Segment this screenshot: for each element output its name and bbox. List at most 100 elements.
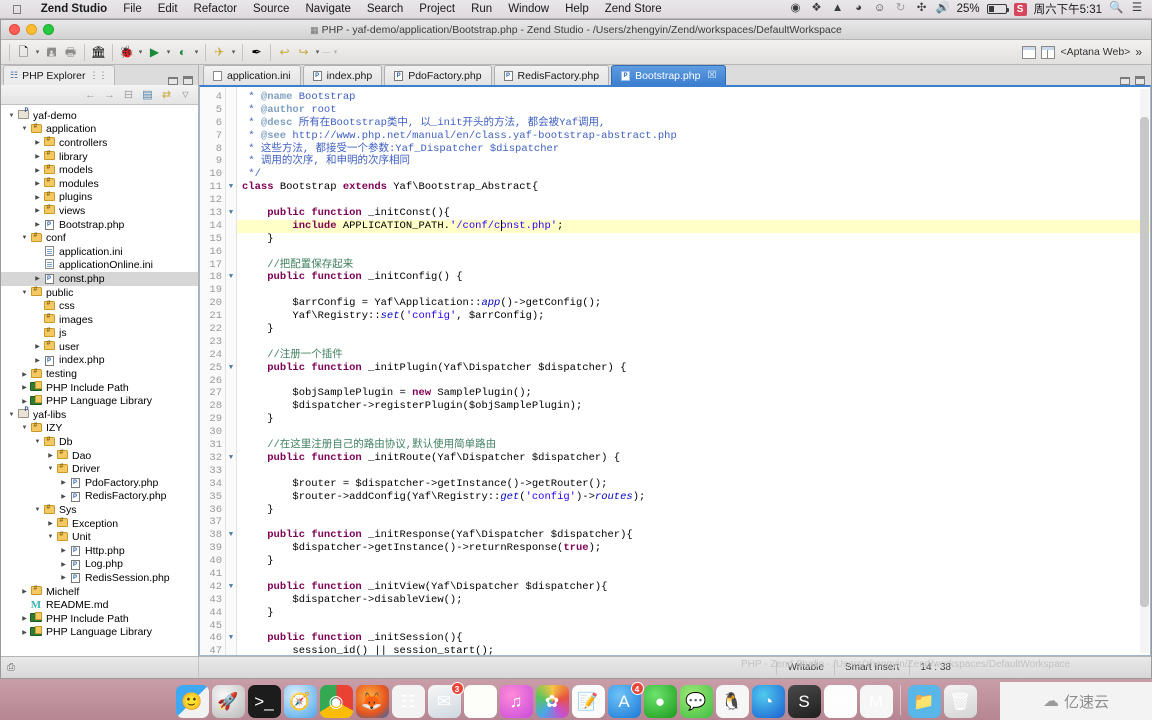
tree-item-dao[interactable]: Dao [1, 449, 198, 463]
tree-item-php-language-library[interactable]: PHP Language Library [1, 625, 198, 640]
forward-button[interactable]: ↪ [294, 43, 313, 62]
code-line[interactable]: } [237, 555, 1150, 568]
menu-item-file[interactable]: File [115, 3, 150, 15]
tree-expander[interactable] [20, 629, 29, 636]
dock-item-sublime[interactable]: S [787, 685, 821, 718]
battery-icon[interactable] [986, 4, 1009, 14]
code-line[interactable]: * @name Bootstrap [237, 91, 1150, 104]
fold-toggle[interactable]: ▼ [226, 529, 236, 542]
code-line[interactable]: $dispatcher->registerPlugin($objSamplePl… [237, 400, 1150, 413]
editor-tab-index-php[interactable]: Pindex.php [302, 65, 383, 85]
tree-item-db[interactable]: Db [1, 435, 198, 449]
tree-item-izy[interactable]: IZY [1, 422, 198, 436]
tree-item-php-include-path[interactable]: PHP Include Path [1, 381, 198, 395]
dock-item-notes[interactable]: ☰ [463, 685, 497, 718]
tree-item-js[interactable]: js [1, 327, 198, 341]
tree-expander[interactable] [33, 153, 42, 160]
tree-expander[interactable] [20, 588, 29, 595]
forward-nav-button[interactable]: → [102, 87, 117, 102]
debug-button[interactable]: 🐞 [117, 43, 136, 62]
dock-item-finder[interactable]: 🙂 [175, 685, 209, 718]
code-line[interactable]: } [237, 504, 1150, 517]
aptana-web-perspective-icon[interactable] [1041, 45, 1056, 59]
code-line[interactable]: $arrConfig = Yaf\Application::app()->get… [237, 297, 1150, 310]
tree-expander[interactable] [20, 384, 29, 391]
accessibility-icon[interactable]: ☺ [873, 3, 887, 15]
tree-expander[interactable] [20, 235, 29, 241]
menu-item-refactor[interactable]: Refactor [186, 3, 245, 15]
code-line[interactable]: public function _initConfig() { [237, 271, 1150, 284]
code-line[interactable]: } [237, 607, 1150, 620]
dock-item-thunder[interactable]: ● [643, 685, 677, 718]
fold-toggle[interactable]: ▼ [226, 452, 236, 465]
tree-item-driver[interactable]: Driver [1, 462, 198, 476]
fold-toggle[interactable]: ▼ [226, 581, 236, 594]
volume-icon[interactable]: 🔊 [936, 3, 950, 15]
tree-item-css[interactable]: css [1, 299, 198, 313]
code-line[interactable]: } [237, 413, 1150, 426]
shadowsocks-icon[interactable]: S [1013, 2, 1027, 16]
code-line[interactable]: //注册一个插件 [237, 349, 1150, 362]
menu-item-run[interactable]: Run [463, 3, 500, 15]
editor-scrollbar[interactable] [1140, 89, 1149, 653]
code-line[interactable]: public function _initPlugin(Yaf\Dispatch… [237, 362, 1150, 375]
code-line[interactable]: public function _initView(Yaf\Dispatcher… [237, 581, 1150, 594]
print-button[interactable]: 🖶 [61, 43, 80, 62]
tree-item-redisfactory-php[interactable]: PRedisFactory.php [1, 490, 198, 504]
tree-expander[interactable] [33, 343, 42, 350]
tree-expander[interactable] [33, 167, 42, 174]
tree-item-yaf-libs[interactable]: yaf-libs [1, 407, 198, 422]
open-type-button[interactable]: 🏛 [89, 43, 108, 62]
tab-php-explorer[interactable]: ☷ PHP Explorer ⋮⋮ [3, 65, 115, 85]
fold-toggle[interactable]: ▼ [226, 181, 236, 194]
tree-expander[interactable] [33, 507, 42, 513]
run-dropdown[interactable]: ▾ [164, 43, 173, 62]
tree-expander[interactable] [33, 275, 42, 282]
profile-button[interactable]: ◐ [173, 43, 192, 62]
editor-tab-bootstrap-php[interactable]: P Bootstrap.php ☒ [611, 65, 727, 85]
nav-more-button[interactable]: — [322, 43, 331, 62]
view-menu-icon[interactable]: ⋮⋮ [90, 70, 108, 81]
tree-expander[interactable] [33, 207, 42, 214]
tree-item-application-ini[interactable]: application.ini [1, 245, 198, 259]
tree-item-testing[interactable]: testing [1, 367, 198, 381]
tree-item-models[interactable]: models [1, 163, 198, 177]
tree-item-const-php[interactable]: Pconst.php [1, 272, 198, 286]
code-line[interactable] [237, 336, 1150, 349]
minimize-icon[interactable] [168, 76, 178, 85]
dock-item-qq[interactable]: 🐧 [715, 685, 749, 718]
tree-item-log-php[interactable]: PLog.php [1, 558, 198, 572]
wifi-icon[interactable]: ◕ [852, 3, 866, 15]
tree-item-pdofactory-php[interactable]: PPdoFactory.php [1, 476, 198, 490]
run-button[interactable]: ▶ [145, 43, 164, 62]
record-icon[interactable]: ◉ [789, 3, 803, 15]
code-line[interactable]: $router = $dispatcher->getInstance()->ge… [237, 478, 1150, 491]
dock-item-itunes[interactable]: ♫ [499, 685, 533, 718]
notification-center-icon[interactable]: ☰ [1130, 3, 1144, 15]
code-line[interactable] [237, 516, 1150, 529]
tree-item-bootstrap-php[interactable]: PBootstrap.php [1, 218, 198, 232]
close-icon[interactable]: ☒ [707, 70, 716, 81]
menu-item-project[interactable]: Project [411, 3, 463, 15]
code-line[interactable] [237, 465, 1150, 478]
code-line[interactable] [237, 284, 1150, 297]
tree-expander[interactable] [46, 534, 55, 540]
project-tree[interactable]: yaf-demoapplicationcontrollerslibrarymod… [1, 105, 198, 656]
code-line[interactable]: * 这些方法, 都接受一个参数:Yaf_Dispatcher $dispatch… [237, 143, 1150, 156]
code-line[interactable]: } [237, 323, 1150, 336]
menu-item-zend-store[interactable]: Zend Store [597, 3, 670, 15]
code-line[interactable]: public function _initResponse(Yaf\Dispat… [237, 529, 1150, 542]
menu-item-source[interactable]: Source [245, 3, 297, 15]
code-line[interactable] [237, 620, 1150, 633]
perspective-label[interactable]: <Aptana Web> [1060, 46, 1130, 58]
fold-toggle[interactable]: ▼ [226, 207, 236, 220]
view-menu-button[interactable]: ▽ [178, 87, 193, 102]
tree-item-user[interactable]: user [1, 340, 198, 354]
tree-item-php-language-library[interactable]: PHP Language Library [1, 394, 198, 408]
time-machine-icon[interactable]: ↻ [894, 3, 908, 15]
code-line[interactable]: $objSamplePlugin = new SamplePlugin(); [237, 387, 1150, 400]
tree-expander[interactable] [20, 398, 29, 405]
dock-item-appstore[interactable]: A4 [607, 682, 644, 718]
menu-clock[interactable]: 周六下午5:31 [1034, 1, 1102, 17]
tree-expander[interactable] [59, 547, 68, 554]
